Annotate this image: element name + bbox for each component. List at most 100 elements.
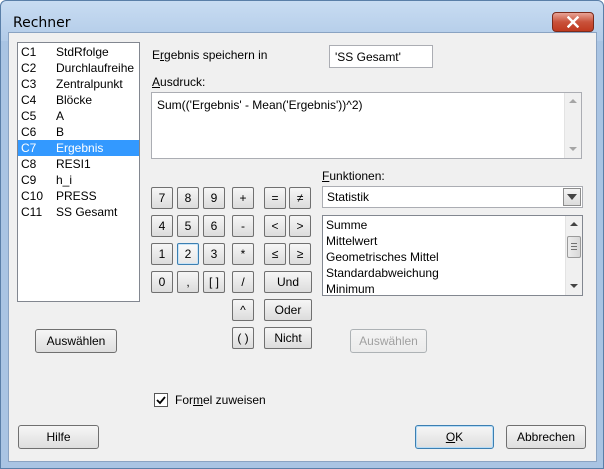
column-id: C4 bbox=[21, 93, 37, 107]
column-id: C1 bbox=[21, 45, 37, 59]
keypad-button[interactable]: 9 bbox=[203, 187, 225, 209]
select-function-button[interactable]: Auswählen bbox=[350, 329, 427, 353]
assign-formula-label[interactable]: Formel zuweisen bbox=[175, 393, 266, 407]
keypad-button-label: 1 bbox=[158, 247, 166, 261]
select-function-button-label: Auswählen bbox=[359, 334, 418, 348]
column-list-item[interactable]: C3 Zentralpunkt bbox=[18, 76, 139, 92]
function-list[interactable]: Summe Mittelwert Geometrisches Mittel Stand… bbox=[322, 215, 583, 296]
keypad-button[interactable]: 1 bbox=[151, 243, 173, 265]
store-result-value: 'SS Gesamt' bbox=[335, 50, 401, 64]
function-list-item[interactable]: Standardabweichung bbox=[326, 265, 439, 281]
keypad-button-label: ≥ bbox=[296, 247, 304, 261]
function-list-scrollbar[interactable] bbox=[565, 216, 582, 295]
keypad-button[interactable]: 0 bbox=[151, 271, 173, 293]
column-list-item[interactable]: C9 h_i bbox=[18, 172, 139, 188]
keypad-button[interactable]: 5 bbox=[177, 215, 199, 237]
column-id: C9 bbox=[21, 173, 37, 187]
scroll-thumb[interactable] bbox=[567, 236, 581, 258]
and-button[interactable]: Und bbox=[264, 271, 312, 293]
keypad-button-label: / bbox=[241, 275, 245, 289]
keypad-button[interactable]: , bbox=[177, 271, 199, 293]
keypad-button[interactable]: 4 bbox=[151, 215, 173, 237]
column-name: h_i bbox=[56, 173, 73, 187]
column-name: PRESS bbox=[56, 189, 97, 203]
column-list-item[interactable]: C10 PRESS bbox=[18, 188, 139, 204]
parentheses-button-label: ( ) bbox=[237, 331, 249, 345]
keypad-button[interactable]: 8 bbox=[177, 187, 199, 209]
not-button[interactable]: Nicht bbox=[264, 327, 312, 349]
dropdown-button[interactable] bbox=[563, 188, 581, 206]
keypad-button[interactable]: 7 bbox=[151, 187, 173, 209]
column-name: A bbox=[56, 109, 65, 123]
column-list-item[interactable]: C4 Blöcke bbox=[18, 92, 139, 108]
keypad-button[interactable]: = bbox=[264, 187, 286, 209]
function-category-value: Statistik bbox=[327, 190, 370, 204]
or-button[interactable]: Oder bbox=[264, 299, 312, 321]
column-name: Durchlaufreihe bbox=[56, 61, 135, 75]
keypad-button-label: 6 bbox=[210, 219, 218, 233]
select-column-button[interactable]: Auswählen bbox=[35, 329, 117, 353]
keypad-button-label: 7 bbox=[158, 191, 166, 205]
power-button[interactable]: ^ bbox=[232, 299, 254, 321]
functions-label: Funktionen: bbox=[322, 169, 385, 183]
dialog-window: Rechner C1 StdRfolge C2 Durchlaufreihe C3 Zen… bbox=[0, 0, 604, 469]
column-list-item[interactable]: C1 StdRfolge bbox=[18, 44, 139, 60]
expression-value: Sum(('Ergebnis' - Mean('Ergebnis'))^2) bbox=[157, 98, 363, 112]
column-list-item[interactable]: C5 A bbox=[18, 108, 139, 124]
column-name: RESI1 bbox=[56, 157, 91, 171]
function-list-item[interactable]: Minimum bbox=[326, 281, 375, 295]
keypad-button-label: 0 bbox=[158, 275, 166, 289]
expression-scrollbar[interactable] bbox=[564, 93, 581, 158]
close-button[interactable] bbox=[552, 12, 594, 32]
keypad-button-label: < bbox=[271, 219, 279, 233]
column-list-item[interactable]: C6 B bbox=[18, 124, 139, 140]
column-list-item[interactable]: C11 SS Gesamt bbox=[18, 204, 139, 220]
keypad-button[interactable]: + bbox=[232, 187, 254, 209]
help-button[interactable]: Hilfe bbox=[18, 425, 99, 449]
keypad-button[interactable]: - bbox=[232, 215, 254, 237]
chevron-down-icon bbox=[567, 194, 577, 200]
power-button-label: ^ bbox=[240, 303, 246, 317]
column-id: C11 bbox=[21, 205, 43, 219]
keypad-button[interactable]: > bbox=[289, 215, 311, 237]
function-category-select[interactable]: Statistik bbox=[322, 186, 583, 208]
column-list-item[interactable]: C8 RESI1 bbox=[18, 156, 139, 172]
keypad-button[interactable]: ≠ bbox=[289, 187, 311, 209]
keypad-button[interactable]: ≤ bbox=[264, 243, 286, 265]
column-list-item[interactable]: C7 Ergebnis bbox=[18, 140, 139, 156]
keypad-button[interactable]: [ ] bbox=[203, 271, 225, 293]
keypad-button-label: [ ] bbox=[208, 275, 219, 289]
column-list-item[interactable]: C2 Durchlaufreihe bbox=[18, 60, 139, 76]
keypad-button-label: = bbox=[271, 191, 279, 205]
not-button-label: Nicht bbox=[274, 331, 302, 345]
column-id: C6 bbox=[21, 125, 37, 139]
or-button-label: Oder bbox=[274, 303, 302, 317]
keypad-button-label: * bbox=[240, 247, 246, 261]
function-list-item[interactable]: Mittelwert bbox=[326, 233, 377, 249]
keypad-button-label: 9 bbox=[210, 191, 218, 205]
keypad-button-label: > bbox=[296, 219, 304, 233]
column-name: Ergebnis bbox=[56, 141, 104, 155]
dialog-client-area: C1 StdRfolge C2 Durchlaufreihe C3 Zentralpunk… bbox=[8, 32, 597, 462]
function-list-item[interactable]: Summe bbox=[326, 217, 367, 233]
function-list-item[interactable]: Geometrisches Mittel bbox=[326, 249, 439, 265]
store-result-input[interactable]: 'SS Gesamt' bbox=[329, 45, 433, 68]
column-id: C7 bbox=[21, 141, 37, 155]
keypad-button[interactable]: * bbox=[232, 243, 254, 265]
column-id: C2 bbox=[21, 61, 37, 75]
expression-input[interactable]: Sum(('Ergebnis' - Mean('Ergebnis'))^2) bbox=[151, 92, 582, 159]
cancel-button[interactable]: Abbrechen bbox=[506, 425, 586, 449]
parentheses-button[interactable]: ( ) bbox=[232, 327, 254, 349]
keypad-button[interactable]: / bbox=[232, 271, 254, 293]
ok-button[interactable]: OK bbox=[415, 425, 494, 449]
column-name: Blöcke bbox=[56, 93, 93, 107]
keypad-button[interactable]: 6 bbox=[203, 215, 225, 237]
assign-formula-checkbox[interactable] bbox=[154, 393, 168, 407]
keypad-button[interactable]: < bbox=[264, 215, 286, 237]
keypad-button[interactable]: 3 bbox=[203, 243, 225, 265]
expression-label: Ausdruck: bbox=[152, 75, 206, 89]
column-list[interactable]: C1 StdRfolge C2 Durchlaufreihe C3 Zentralpunk… bbox=[17, 42, 140, 302]
scroll-up-icon bbox=[569, 99, 577, 103]
keypad-button[interactable]: ≥ bbox=[289, 243, 311, 265]
keypad-button[interactable]: 2 bbox=[177, 243, 199, 265]
